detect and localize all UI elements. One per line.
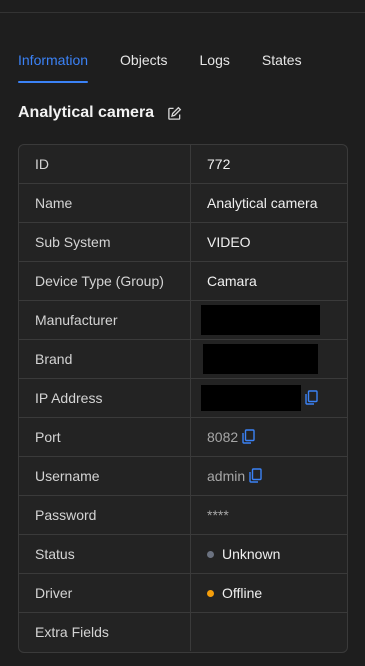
table-row: Manufacturer [19, 301, 347, 340]
field-value-extra-fields [191, 613, 347, 651]
field-label-extra-fields: Extra Fields [19, 613, 191, 651]
redacted-block [201, 305, 320, 335]
tab-bar: Information Objects Logs States [18, 52, 334, 84]
edit-icon[interactable] [166, 105, 182, 121]
field-label-manufacturer: Manufacturer [19, 301, 191, 339]
table-row: IP Address [19, 379, 347, 418]
table-row: Name Analytical camera [19, 184, 347, 223]
redacted-block [201, 385, 301, 411]
copy-icon[interactable] [249, 468, 263, 484]
field-value-name: Analytical camera [207, 195, 318, 211]
tab-information[interactable]: Information [18, 52, 89, 83]
field-label-driver: Driver [19, 574, 191, 612]
tab-logs[interactable]: Logs [200, 52, 230, 82]
field-label-port: Port [19, 418, 191, 456]
username-value: admin [207, 468, 246, 484]
status-text: Unknown [222, 546, 281, 562]
top-divider [0, 12, 365, 13]
field-value-password: **** [207, 507, 229, 523]
table-row: ID 772 [19, 145, 347, 184]
table-row: Sub System VIDEO [19, 223, 347, 262]
copy-icon[interactable] [242, 429, 256, 445]
field-value-username: admin [191, 457, 347, 495]
table-row: Device Type (Group) Camara [19, 262, 347, 301]
field-label-subsystem: Sub System [19, 223, 191, 261]
table-row: Driver Offline [19, 574, 347, 613]
field-value-manufacturer [191, 301, 347, 339]
table-row: Username admin [19, 457, 347, 496]
page-title: Analytical camera [18, 104, 155, 121]
field-label-password: Password [19, 496, 191, 534]
table-row: Extra Fields [19, 613, 347, 651]
device-info-table: ID 772 Name Analytical camera Sub System… [18, 144, 348, 653]
copy-icon[interactable] [305, 390, 319, 406]
table-row: Port 8082 [19, 418, 347, 457]
field-value-driver: Offline [191, 574, 347, 612]
field-value-brand [191, 340, 347, 378]
tab-states[interactable]: States [262, 52, 302, 82]
field-label-id: ID [19, 145, 191, 183]
field-label-ip-address: IP Address [19, 379, 191, 417]
title-row: Analytical camera [18, 102, 182, 124]
field-value-device-type: Camara [207, 273, 257, 289]
table-row: Brand [19, 340, 347, 379]
table-row: Password **** [19, 496, 347, 535]
field-label-status: Status [19, 535, 191, 573]
field-label-device-type: Device Type (Group) [19, 262, 191, 300]
driver-text: Offline [222, 585, 263, 601]
field-label-brand: Brand [19, 340, 191, 378]
field-value-id: 772 [207, 156, 231, 172]
field-value-ip-address [191, 379, 347, 417]
field-label-username: Username [19, 457, 191, 495]
field-label-name: Name [19, 184, 191, 222]
table-row: Status Unknown [19, 535, 347, 574]
field-value-status: Unknown [191, 535, 347, 573]
redacted-block [203, 344, 318, 374]
tab-objects[interactable]: Objects [120, 52, 167, 82]
status-dot-icon [207, 550, 214, 558]
port-value: 8082 [207, 429, 239, 445]
field-value-subsystem: VIDEO [207, 234, 251, 250]
field-value-port: 8082 [191, 418, 347, 456]
driver-dot-icon [207, 589, 214, 597]
